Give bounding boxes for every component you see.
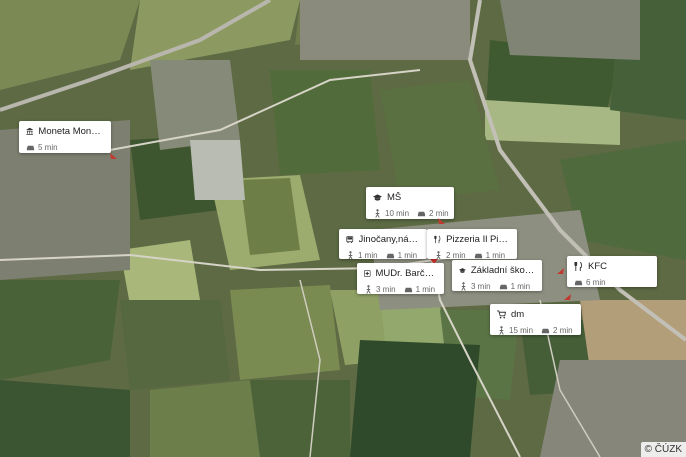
poi-drive-time: 1 min (485, 251, 506, 259)
school-icon (459, 268, 466, 273)
poi-drive-time: 1 min (510, 282, 531, 291)
poi-card-pizzeria[interactable]: Pizzeria Il Pinocc... 2 min 1 min (427, 229, 517, 259)
poi-name: Pizzeria Il Pinocc... (446, 234, 510, 245)
walk-icon (499, 326, 504, 335)
poi-drive-time: 5 min (38, 143, 58, 152)
poi-name: MŠ (387, 192, 402, 203)
satellite-map[interactable]: Moneta Money B... 5 min MŠ 10 min 2 min … (0, 0, 686, 457)
car-icon (26, 145, 35, 151)
walk-icon (348, 251, 353, 259)
restaurant-icon (574, 262, 582, 271)
poi-walk-time: 3 min (376, 285, 396, 294)
poi-card-bank[interactable]: Moneta Money B... 5 min (19, 121, 111, 153)
bank-icon (26, 127, 34, 135)
walk-icon (461, 282, 466, 291)
medical-icon (364, 270, 371, 277)
walk-icon (436, 251, 441, 259)
poi-pointer-icon (438, 218, 445, 224)
car-icon (417, 211, 426, 217)
poi-pointer-icon (110, 153, 117, 159)
car-icon (386, 253, 394, 259)
car-icon (499, 284, 507, 290)
car-icon (474, 253, 482, 259)
restaurant-icon (434, 235, 441, 244)
car-icon (574, 280, 583, 286)
poi-name: Jinočany,náměstí (358, 234, 420, 245)
poi-drive-time: 2 min (553, 326, 573, 335)
car-icon (541, 328, 550, 334)
poi-walk-time: 10 min (385, 209, 410, 218)
poi-name: KFC (588, 261, 607, 272)
map-credit: © ČÚZK (640, 442, 686, 457)
walk-icon (375, 209, 380, 218)
poi-card-elementary-school[interactable]: Základní škola Jin... 3 min 1 min (452, 260, 542, 291)
poi-walk-time: 3 min (471, 282, 491, 291)
school-icon (373, 194, 382, 201)
poi-card-ms[interactable]: MŠ 10 min 2 min (366, 187, 454, 219)
bus-icon (346, 236, 354, 243)
poi-pointer-icon (564, 294, 571, 300)
poi-walk-time: 15 min (509, 326, 534, 335)
walk-icon (366, 285, 371, 294)
poi-card-dm[interactable]: dm 15 min 2 min (490, 304, 581, 335)
shopping-cart-icon (497, 310, 506, 319)
poi-drive-time: 1 min (397, 251, 418, 259)
poi-drive-time: 6 min (586, 278, 606, 287)
poi-card-bus-stop[interactable]: Jinočany,náměstí 1 min 1 min (339, 229, 427, 259)
poi-walk-time: 2 min (446, 251, 466, 259)
poi-drive-time: 1 min (415, 285, 436, 294)
poi-name: dm (511, 309, 525, 320)
poi-pointer-icon (557, 268, 564, 274)
car-icon (404, 287, 412, 293)
poi-walk-time: 1 min (358, 251, 378, 259)
poi-name: Moneta Money B... (38, 126, 104, 137)
poi-card-kfc[interactable]: KFC 6 min (567, 256, 657, 287)
poi-card-medical[interactable]: MUDr. Barčáková ... 3 min 1 min (357, 263, 444, 294)
poi-name: Základní škola Jin... (470, 265, 535, 276)
poi-name: MUDr. Barčáková ... (375, 268, 437, 279)
